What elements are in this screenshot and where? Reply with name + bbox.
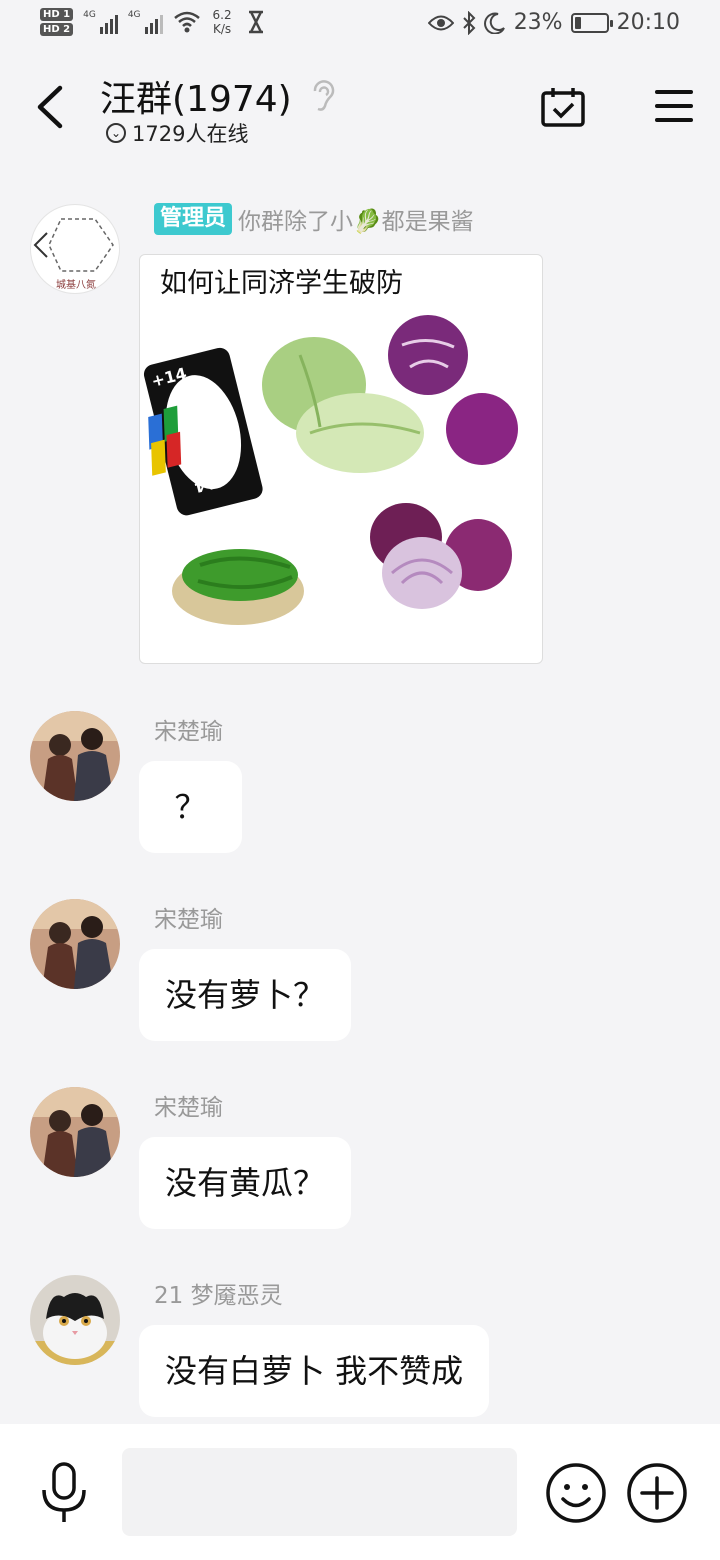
sender-name: 你群除了小🥬都是果酱 xyxy=(238,209,474,235)
molecule-logo: 城基八氮 xyxy=(33,218,114,291)
sender-row: 管理员 你群除了小🥬都是果酱 xyxy=(154,202,474,236)
hamburger-menu-icon[interactable] xyxy=(655,90,693,122)
battery-fill xyxy=(574,16,582,29)
text-bubble[interactable]: ？ xyxy=(139,761,242,853)
text-bubble[interactable]: 没有白萝卜 我不赞成 xyxy=(139,1325,490,1417)
avatar[interactable] xyxy=(30,711,120,801)
online-count: 1729人在线 xyxy=(132,122,249,146)
back-arrow-icon[interactable] xyxy=(28,82,72,132)
net-speed-value: 6.2 xyxy=(212,8,232,22)
chevron-down-icon[interactable]: ⌄ xyxy=(106,123,126,143)
ear-icon[interactable] xyxy=(310,79,336,113)
admin-badge: 管理员 xyxy=(154,203,233,235)
bluetooth-icon xyxy=(462,10,476,35)
moon-icon xyxy=(483,12,505,34)
photo-avatar xyxy=(30,1087,120,1177)
avatar[interactable]: 城基八氮 xyxy=(30,204,120,294)
avatar[interactable] xyxy=(30,899,120,989)
status-left: HD 1 HD 2 4G 4G 6.2 K/s xyxy=(40,8,266,36)
photo-avatar xyxy=(30,711,120,801)
vegetables-image: +14 +14 xyxy=(143,315,518,625)
text-bubble[interactable]: 没有萝卜？ xyxy=(139,949,352,1041)
sender-name: 宋楚瑜 xyxy=(154,1095,223,1121)
battery-percent: 23% xyxy=(513,10,563,35)
hd2-badge: HD 2 xyxy=(40,23,74,36)
smiley-icon[interactable] xyxy=(545,1462,607,1524)
status-right: 23% 20:10 xyxy=(427,10,680,35)
avatar[interactable] xyxy=(30,1275,120,1365)
plus-circle-icon[interactable] xyxy=(626,1462,688,1524)
calendar-check-icon[interactable] xyxy=(540,86,586,128)
avatar[interactable] xyxy=(30,1087,120,1177)
eye-icon xyxy=(427,15,454,30)
net-speed-unit: K/s xyxy=(212,22,232,36)
online-status[interactable]: ⌄ 1729人在线 xyxy=(106,118,248,148)
hd1-badge: HD 1 xyxy=(40,8,74,21)
sender-name: 21 梦魇恶灵 xyxy=(154,1283,283,1309)
avatar-label: 城基八氮 xyxy=(56,278,96,291)
text-bubble[interactable]: 没有黄瓜？ xyxy=(139,1137,352,1229)
cat-avatar xyxy=(30,1275,120,1365)
clock: 20:10 xyxy=(616,10,680,35)
signal2-icon: 4G xyxy=(128,10,163,34)
sender-name: 宋楚瑜 xyxy=(154,907,223,933)
message-input[interactable] xyxy=(122,1448,517,1536)
input-bar xyxy=(0,1424,720,1560)
status-bar: HD 1 HD 2 4G 4G 6.2 K/s 23% 20:10 xyxy=(0,0,720,52)
chat-title-row[interactable]: 汪群(1974) xyxy=(100,70,336,122)
image-message[interactable]: 如何让同济学生破防 +14 +14 xyxy=(139,254,543,664)
wifi-icon xyxy=(173,11,200,33)
hourglass-icon xyxy=(248,10,263,34)
photo-avatar xyxy=(30,899,120,989)
signal2-label: 4G xyxy=(127,10,141,20)
chat-title[interactable]: 汪群(1974) xyxy=(100,70,292,122)
sender-name: 宋楚瑜 xyxy=(154,719,223,745)
hd-indicators: HD 1 HD 2 xyxy=(40,8,74,36)
battery-icon xyxy=(570,12,613,33)
chat-header: 汪群(1974) ⌄ 1729人在线 xyxy=(0,52,720,162)
signal1-label: 4G xyxy=(83,10,96,20)
microphone-icon[interactable] xyxy=(38,1462,90,1524)
signal1-icon: 4G xyxy=(83,10,118,34)
net-speed: 6.2 K/s xyxy=(213,8,232,36)
